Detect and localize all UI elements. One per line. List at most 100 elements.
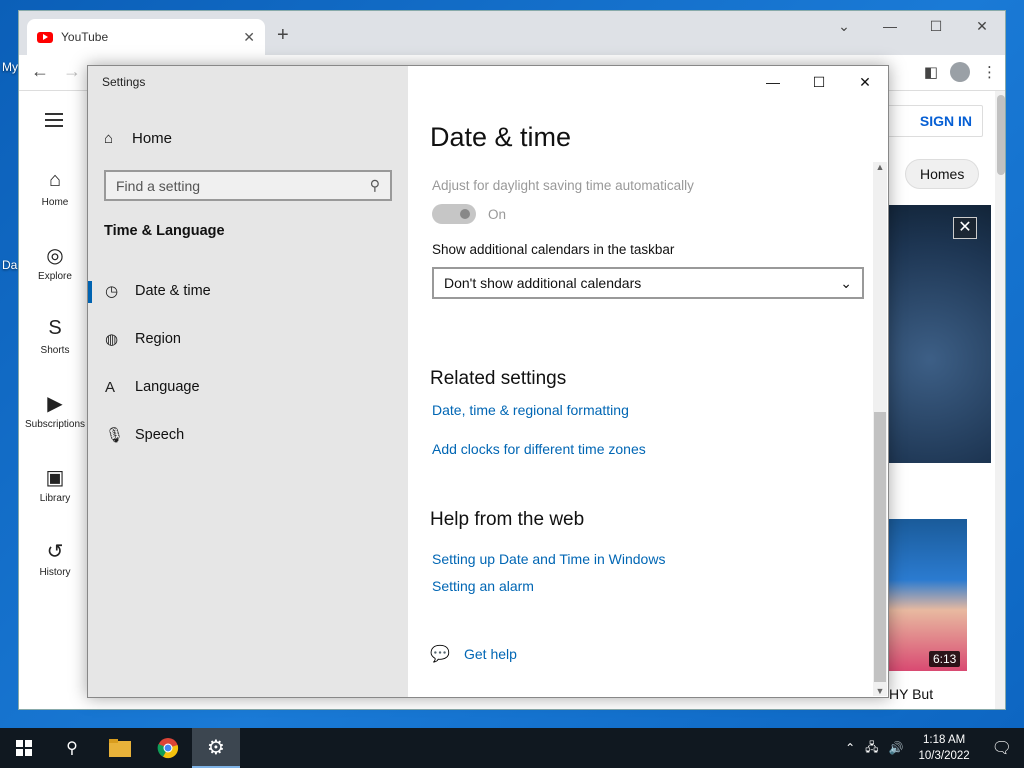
- search-button[interactable]: ⚲: [48, 728, 96, 768]
- link-setting-up-date-time[interactable]: Setting up Date and Time in Windows: [432, 551, 665, 567]
- nav-library[interactable]: ▣ Library: [19, 465, 91, 504]
- chrome-tab-strip: YouTube ✕ + ⌄ — ☐ ✕: [19, 11, 1005, 55]
- settings-sidebar: Settings ⌂ Home Find a setting ⚲ Time & …: [88, 66, 408, 697]
- section-heading: Time & Language: [104, 223, 225, 239]
- profile-avatar-icon[interactable]: [950, 62, 970, 82]
- nav-label: Subscriptions: [24, 419, 86, 430]
- calendars-dropdown[interactable]: Don't show additional calendars ⌄: [432, 267, 864, 299]
- close-tab-icon[interactable]: ✕: [243, 29, 255, 46]
- sign-in-button[interactable]: SIGN IN: [883, 105, 983, 137]
- nav-shorts[interactable]: S Shorts: [19, 317, 91, 356]
- history-icon: ↺: [46, 541, 64, 563]
- compass-icon: ◎: [46, 245, 64, 267]
- nav-label: Shorts: [40, 345, 70, 356]
- find-setting-input[interactable]: Find a setting ⚲: [104, 170, 392, 201]
- youtube-favicon-icon: [37, 31, 53, 43]
- chrome-window-controls: ⌄ — ☐ ✕: [821, 11, 1005, 41]
- link-regional-formatting[interactable]: Date, time & regional formatting: [432, 402, 629, 418]
- hamburger-menu-icon[interactable]: [45, 113, 63, 127]
- nav-home[interactable]: ⌂ Home: [19, 169, 91, 208]
- start-button[interactable]: [0, 728, 48, 768]
- scrollbar-thumb[interactable]: [874, 412, 886, 682]
- nav-label: History: [39, 567, 71, 578]
- clock-time: 1:18 AM: [923, 734, 966, 746]
- search-icon: ⚲: [66, 740, 78, 757]
- file-explorer-button[interactable]: [96, 728, 144, 768]
- video-thumbnail[interactable]: [889, 519, 967, 671]
- get-help-label: Get help: [464, 646, 517, 662]
- side-panel-icon[interactable]: ◧: [924, 63, 938, 81]
- clock[interactable]: 1:18 AM 10/3/2022: [909, 732, 980, 764]
- video-title[interactable]: HY But: [889, 686, 933, 702]
- search-placeholder: Find a setting: [116, 177, 201, 194]
- settings-content: Date & time Adjust for daylight saving t…: [408, 66, 888, 697]
- settings-scrollbar[interactable]: ▲ ▼: [873, 162, 887, 696]
- globe-icon: ◍: [105, 331, 119, 348]
- chrome-taskbar-button[interactable]: [144, 728, 192, 768]
- chrome-icon: [157, 738, 179, 759]
- windows-logo-icon: [16, 740, 32, 756]
- nav-explore[interactable]: ◎ Explore: [19, 243, 91, 282]
- close-button[interactable]: ✕: [959, 11, 1005, 41]
- sidebar-item-label: Region: [135, 331, 181, 347]
- dst-state: On: [488, 207, 507, 222]
- scroll-up-icon[interactable]: ▲: [873, 162, 887, 172]
- settings-taskbar-button[interactable]: ⚙: [192, 728, 240, 768]
- dst-toggle[interactable]: [432, 204, 476, 224]
- tab-search-icon[interactable]: ⌄: [821, 11, 867, 41]
- related-settings-heading: Related settings: [430, 368, 567, 389]
- forward-button[interactable]: →: [63, 61, 81, 82]
- desktop-icon-label[interactable]: Da: [2, 258, 17, 272]
- page-title: Date & time: [430, 122, 572, 152]
- home-label: Home: [132, 130, 173, 147]
- microphone-icon: 🎙: [105, 427, 125, 444]
- scroll-down-icon[interactable]: ▼: [873, 686, 887, 696]
- notifications-icon[interactable]: 🗨: [980, 738, 1024, 758]
- toolbar-icons: ◧ ⋮: [924, 62, 997, 82]
- calendars-value: Don't show additional calendars: [444, 275, 642, 291]
- ad-banner-image[interactable]: [889, 205, 991, 463]
- sidebar-item-region[interactable]: ◍ Region: [88, 319, 408, 359]
- nav-history[interactable]: ↺ History: [19, 539, 91, 578]
- more-menu-icon[interactable]: ⋮: [982, 63, 997, 81]
- calendar-clock-icon: ◷: [105, 283, 119, 300]
- desktop-icon-label[interactable]: My: [2, 60, 18, 74]
- volume-icon[interactable]: 🔊: [884, 741, 909, 755]
- window-title: Settings: [102, 75, 146, 89]
- library-icon: ▣: [45, 467, 65, 489]
- nav-subscriptions[interactable]: ▶ Subscriptions: [19, 391, 91, 430]
- link-setting-alarm[interactable]: Setting an alarm: [432, 578, 534, 594]
- back-button[interactable]: ←: [31, 61, 49, 82]
- minimize-button[interactable]: —: [867, 11, 913, 41]
- shorts-icon: S: [48, 317, 62, 339]
- sidebar-item-speech[interactable]: 🎙 Speech: [88, 415, 408, 455]
- filter-chip[interactable]: Homes: [905, 159, 980, 189]
- chevron-up-icon[interactable]: ⌃: [840, 741, 860, 755]
- search-icon: ⚲: [369, 177, 380, 193]
- video-duration: 6:13: [929, 651, 961, 667]
- language-icon: A: [105, 378, 116, 396]
- dst-label: Adjust for daylight saving time automati…: [432, 178, 694, 193]
- settings-home-link[interactable]: ⌂ Home: [104, 130, 172, 147]
- sidebar-item-language[interactable]: A Language: [88, 367, 408, 407]
- clock-date: 10/3/2022: [918, 750, 970, 762]
- sidebar-item-date-time[interactable]: ◷ Date & time: [88, 271, 408, 311]
- network-icon[interactable]: 🖧: [860, 738, 883, 759]
- home-icon: ⌂: [104, 130, 114, 147]
- page-scrollbar[interactable]: [995, 91, 1005, 709]
- sidebar-item-label: Date & time: [135, 283, 211, 299]
- get-help-link[interactable]: 💬 Get help: [430, 644, 517, 664]
- new-tab-button[interactable]: +: [277, 24, 289, 47]
- scrollbar-thumb[interactable]: [997, 95, 1005, 175]
- tab-youtube[interactable]: YouTube ✕: [27, 19, 265, 55]
- close-ad-icon[interactable]: ✕: [953, 217, 977, 239]
- taskbar: ⚲ ⚙ ⌃ 🖧 🔊 1:18 AM 10/3/2022 🗨: [0, 728, 1024, 768]
- nav-label: Library: [39, 493, 71, 504]
- gear-icon: ⚙: [207, 736, 225, 759]
- tab-title: YouTube: [61, 30, 109, 44]
- help-heading: Help from the web: [430, 509, 585, 530]
- link-add-clocks[interactable]: Add clocks for different time zones: [432, 441, 646, 457]
- subscriptions-icon: ▶: [47, 393, 63, 415]
- chevron-down-icon: ⌄: [840, 274, 852, 291]
- maximize-button[interactable]: ☐: [913, 11, 959, 41]
